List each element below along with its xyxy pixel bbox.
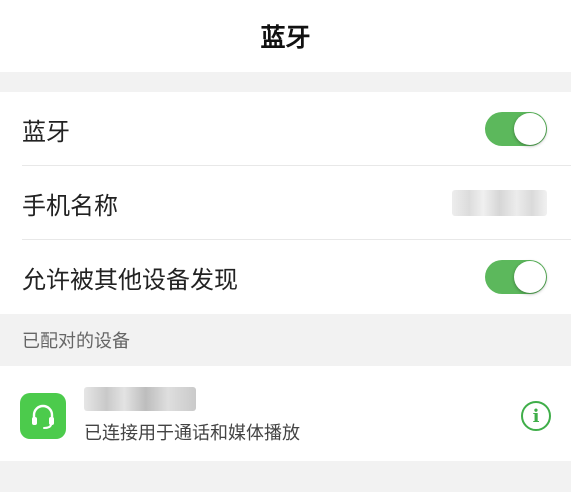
headset-glyph [32,404,54,429]
bluetooth-label: 蓝牙 [22,117,70,146]
discoverable-row[interactable]: 允许被其他设备发现 [0,240,571,314]
toggle-knob [514,113,546,145]
paired-device-item[interactable]: 已连接用于通话和媒体播放 i [0,366,571,466]
device-status: 已连接用于通话和媒体播放 [84,423,300,444]
page-title: 蓝牙 [260,23,311,52]
title-bar: 蓝牙 [0,0,571,72]
phone-name-label: 手机名称 [22,191,118,220]
info-icon[interactable]: i [521,401,551,431]
discoverable-toggle[interactable] [485,260,547,294]
phone-name-value-redacted [452,190,547,216]
paired-devices-title: 已配对的设备 [22,331,130,352]
bluetooth-toggle[interactable] [485,112,547,146]
bottom-gap [0,461,571,492]
toggle-knob [514,261,546,293]
discoverable-label: 允许被其他设备发现 [22,265,238,294]
bluetooth-row[interactable]: 蓝牙 [0,92,571,166]
paired-devices-header: 已配对的设备 [0,314,571,366]
phone-name-row[interactable]: 手机名称 [0,166,571,240]
section-gap [0,72,571,92]
device-info: 已连接用于通话和媒体播放 [84,387,521,445]
device-name-redacted [84,387,196,411]
headset-icon [20,393,66,439]
